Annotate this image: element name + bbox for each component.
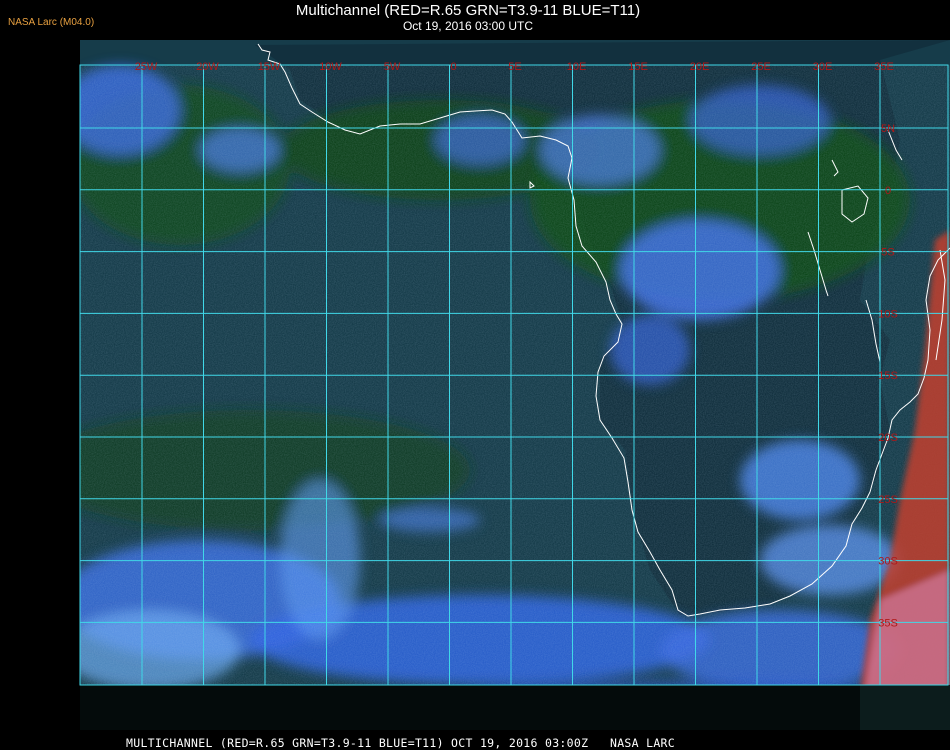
longitude-label: 5E <box>508 61 521 73</box>
longitude-label: 15E <box>628 61 648 73</box>
longitude-label: 20W <box>196 61 219 73</box>
latitude-label: 5N <box>881 123 895 135</box>
satellite-image-viewer: NASA Larc (M04.0) Multichannel (RED=R.65… <box>0 0 950 750</box>
latitude-label: 25S <box>878 494 898 506</box>
longitude-label: 10E <box>567 61 587 73</box>
longitude-label: 20E <box>690 61 710 73</box>
latitude-label: 0 <box>885 185 891 197</box>
latitude-label: 20S <box>878 432 898 444</box>
longitude-label: 25W <box>135 61 158 73</box>
latitude-label: 15S <box>878 370 898 382</box>
lower-band-mask <box>80 685 860 730</box>
latitude-label: 10S <box>878 308 898 320</box>
longitude-label: 0 <box>450 61 456 73</box>
longitude-label: 30E <box>813 61 833 73</box>
latitude-label: 5S <box>881 247 894 259</box>
longitude-label: 35E <box>874 61 894 73</box>
satellite-map: 25W 20W 15W 10W 5W 0 5E 10E 15E 20E 25E 30E 35E 5N 0 5… <box>79 40 950 730</box>
longitude-label: 15W <box>258 61 281 73</box>
longitude-label: 5W <box>384 61 401 73</box>
latitude-label: 30S <box>878 556 898 568</box>
footer-caption: MULTICHANNEL (RED=R.65 GRN=T3.9-11 BLUE=… <box>126 736 675 750</box>
longitude-label: 25E <box>751 61 771 73</box>
longitude-label: 10W <box>319 61 342 73</box>
imagery-layer <box>80 40 950 730</box>
latitude-label: 35S <box>878 617 898 629</box>
